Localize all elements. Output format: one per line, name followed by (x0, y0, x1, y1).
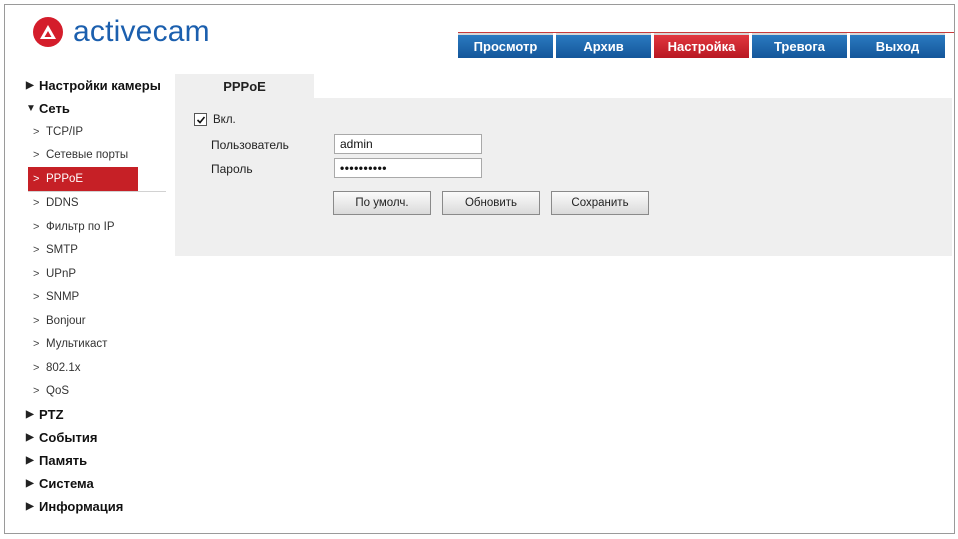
sidebar-section-label: Система (39, 476, 94, 491)
sidebar-item-8021x[interactable]: >802.1x (26, 356, 168, 380)
sidebar-item-label: 802.1x (46, 361, 81, 374)
sidebar-item-network-ports[interactable]: > Сетевые порты (26, 144, 168, 168)
sidebar-item-ddns[interactable]: > DDNS (26, 192, 168, 216)
sidebar-section-label: Настройки камеры (39, 78, 161, 93)
collapsed-arrow-icon: ▶ (26, 80, 34, 91)
nav-tab-live-view[interactable]: Просмотр (458, 33, 553, 58)
sidebar-item-label: PPPoE (46, 172, 84, 185)
sidebar-item-upnp[interactable]: > UPnP (26, 262, 168, 286)
sidebar-item-label: UPnP (46, 267, 77, 280)
collapsed-arrow-icon: ▶ (26, 409, 34, 420)
chevron-right-icon: > (33, 361, 40, 374)
checkmark-icon (196, 115, 205, 124)
collapsed-arrow-icon: ▶ (26, 455, 34, 466)
brand-logo: activecam (33, 17, 210, 47)
sidebar-item-label: TCP/IP (46, 125, 84, 138)
sidebar-item-label: SMTP (46, 244, 78, 257)
sidebar-section-ptz[interactable]: ▶ PTZ (26, 403, 168, 426)
chevron-right-icon: > (33, 314, 40, 327)
chevron-right-icon: > (33, 220, 40, 233)
sidebar-item-snmp[interactable]: > SNMP (26, 286, 168, 310)
main-nav: Просмотр Архив Настройка Тревога Выход (458, 33, 945, 58)
nav-tab-settings[interactable]: Настройка (654, 33, 749, 58)
pppoe-settings-panel: Вкл. Пользователь Пароль По умолч. Обнов… (175, 98, 952, 256)
chevron-right-icon: > (33, 291, 40, 304)
username-label: Пользователь (211, 138, 289, 152)
password-input[interactable] (334, 158, 482, 178)
sidebar-section-network[interactable]: ▼ Сеть (26, 97, 168, 120)
chevron-right-icon: > (33, 338, 40, 351)
collapsed-arrow-icon: ▶ (26, 478, 34, 489)
sidebar-item-label: Сетевые порты (46, 149, 129, 162)
collapsed-arrow-icon: ▶ (26, 432, 34, 443)
default-button[interactable]: По умолч. (333, 191, 431, 215)
sidebar-item-multicast[interactable]: > Мультикаст (26, 333, 168, 357)
username-input[interactable] (334, 134, 482, 154)
sidebar-section-camera-settings[interactable]: ▶ Настройки камеры (26, 74, 168, 97)
activecam-logo-icon (33, 17, 63, 47)
password-label: Пароль (211, 162, 253, 176)
sidebar-section-info[interactable]: ▶ Информация (26, 495, 168, 518)
sidebar-item-pppoe[interactable]: > PPPoE (28, 167, 138, 191)
save-button[interactable]: Сохранить (551, 191, 649, 215)
chevron-right-icon: > (33, 267, 40, 280)
enable-row: Вкл. (194, 113, 236, 126)
chevron-right-icon: > (33, 125, 40, 138)
sidebar-item-label: Фильтр по IP (46, 220, 115, 233)
sidebar-item-ip-filter[interactable]: > Фильтр по IP (26, 215, 168, 239)
brand-name: activecam (73, 15, 210, 48)
chevron-right-icon: > (33, 172, 40, 185)
settings-sidebar: ▶ Настройки камеры ▼ Сеть > TCP/IP > Сетев… (26, 74, 168, 518)
chevron-right-icon: > (33, 149, 40, 162)
chevron-right-icon: > (33, 244, 40, 257)
sidebar-section-label: События (39, 430, 98, 445)
nav-tab-logout[interactable]: Выход (850, 33, 945, 58)
sidebar-item-label: Мультикаст (46, 338, 108, 351)
sidebar-section-label: PTZ (39, 407, 64, 422)
enable-checkbox[interactable] (194, 113, 207, 126)
sidebar-item-tcpip[interactable]: > TCP/IP (26, 120, 168, 144)
nav-tab-archive[interactable]: Архив (556, 33, 651, 58)
tab-pppoe[interactable]: PPPoE (175, 74, 314, 98)
expanded-arrow-icon: ▼ (26, 103, 36, 114)
sidebar-item-label: SNMP (46, 291, 80, 304)
sidebar-item-smtp[interactable]: > SMTP (26, 239, 168, 263)
sidebar-item-qos[interactable]: > QoS (26, 380, 168, 404)
enable-label: Вкл. (213, 113, 236, 126)
sidebar-item-bonjour[interactable]: > Bonjour (26, 309, 168, 333)
refresh-button[interactable]: Обновить (442, 191, 540, 215)
nav-tab-alarm[interactable]: Тревога (752, 33, 847, 58)
sidebar-item-label: DDNS (46, 197, 79, 210)
sidebar-section-label: Сеть (39, 101, 70, 116)
sidebar-section-system[interactable]: ▶ Система (26, 472, 168, 495)
sidebar-section-storage[interactable]: ▶ Память (26, 449, 168, 472)
chevron-right-icon: > (33, 385, 40, 398)
sidebar-section-label: Информация (39, 499, 124, 514)
chevron-right-icon: > (33, 197, 40, 210)
sidebar-section-label: Память (39, 453, 88, 468)
sidebar-section-events[interactable]: ▶ События (26, 426, 168, 449)
sidebar-item-label: QoS (46, 385, 70, 398)
sidebar-item-label: Bonjour (46, 314, 86, 327)
collapsed-arrow-icon: ▶ (26, 501, 34, 512)
